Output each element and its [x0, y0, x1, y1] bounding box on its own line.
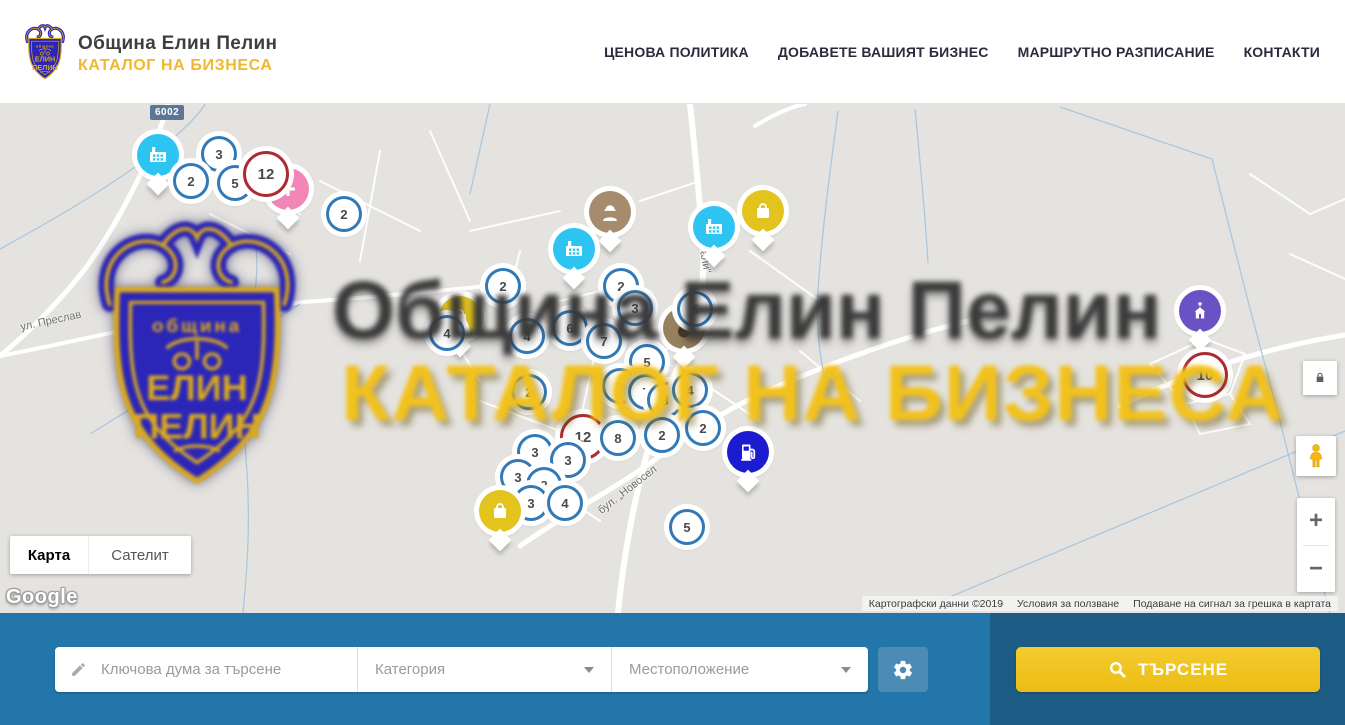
- map-attribution: Картографски данни ©2019 Условия за полз…: [862, 596, 1338, 611]
- svg-text:ПЕЛИН: ПЕЛИН: [32, 63, 58, 72]
- header: община ЕЛИН ПЕЛИН Община Елин Пелин КАТА…: [0, 0, 1345, 104]
- location-select-value: Местоположение: [629, 661, 749, 678]
- search-bar: Категория Местоположение ТЪРСЕНЕ: [0, 613, 1345, 725]
- google-logo[interactable]: Google: [6, 586, 78, 609]
- attribution-terms-link[interactable]: Условия за ползване: [1010, 597, 1126, 611]
- search-button-label: ТЪРСЕНЕ: [1138, 660, 1228, 680]
- cluster-marker[interactable]: 2: [485, 268, 521, 304]
- cluster-marker[interactable]: 4: [429, 315, 465, 351]
- factory-pin-marker[interactable]: [693, 206, 735, 248]
- cluster-marker[interactable]: 5: [677, 291, 713, 327]
- zoom-in-button[interactable]: +: [1297, 498, 1335, 545]
- lock-button[interactable]: [1303, 361, 1337, 395]
- site-subtitle: КАТАЛОГ НА БИЗНЕСА: [78, 57, 277, 75]
- cluster-marker[interactable]: 2: [644, 417, 680, 453]
- factory-pin-marker[interactable]: [137, 134, 179, 176]
- search-icon: [1108, 660, 1127, 679]
- search-button[interactable]: ТЪРСЕНЕ: [1016, 647, 1320, 692]
- cluster-marker[interactable]: 4: [672, 372, 708, 408]
- advanced-settings-button[interactable]: [878, 647, 928, 692]
- gear-icon: [892, 659, 914, 681]
- nav-item-3[interactable]: КОНТАКТИ: [1244, 44, 1320, 60]
- map-type-satellite-button[interactable]: Сателит: [88, 536, 191, 574]
- cluster-marker[interactable]: 2: [511, 374, 547, 410]
- cluster-marker[interactable]: 10: [1182, 352, 1228, 398]
- svg-text:ЕЛИН: ЕЛИН: [35, 55, 55, 64]
- cluster-marker[interactable]: 2: [173, 163, 209, 199]
- map-type-map-button[interactable]: Карта: [10, 536, 88, 574]
- cluster-marker[interactable]: 4: [509, 318, 545, 354]
- nav-item-1[interactable]: ДОБАВЕТЕ ВАШИЯТ БИЗНЕС: [778, 44, 989, 60]
- municipality-logo[interactable]: община ЕЛИН ПЕЛИН: [22, 23, 68, 81]
- keyword-search-input[interactable]: [99, 660, 357, 679]
- marker-layer: 3251222235464752278412822333834510: [0, 104, 1345, 613]
- zoom-control: + −: [1297, 498, 1335, 592]
- fuel-pin-marker[interactable]: [727, 431, 769, 473]
- pencil-icon: [70, 661, 87, 678]
- main-nav: ЦЕНОВА ПОЛИТИКА ДОБАВЕТЕ ВАШИЯТ БИЗНЕС МАР…: [604, 0, 1320, 103]
- cluster-marker[interactable]: 3: [617, 290, 653, 326]
- nav-item-2[interactable]: МАРШРУТНО РАЗПИСАНИЕ: [1018, 44, 1215, 60]
- cluster-marker[interactable]: 7: [586, 323, 622, 359]
- bag-pin-marker[interactable]: [479, 490, 521, 532]
- cluster-marker[interactable]: 8: [600, 420, 636, 456]
- chevron-down-icon: [841, 667, 851, 673]
- cluster-marker[interactable]: 2: [685, 410, 721, 446]
- bag-pin-marker[interactable]: [742, 190, 784, 232]
- cluster-marker[interactable]: 12: [243, 151, 289, 197]
- church-pin-marker[interactable]: [1179, 290, 1221, 332]
- keyword-field-wrap: [55, 647, 357, 692]
- location-select[interactable]: Местоположение: [612, 647, 868, 692]
- factory-pin-marker[interactable]: [553, 228, 595, 270]
- attribution-data: Картографски данни ©2019: [862, 597, 1010, 611]
- cluster-marker[interactable]: 4: [547, 485, 583, 521]
- chevron-down-icon: [584, 667, 594, 673]
- search-controls-group: Категория Местоположение: [55, 647, 868, 692]
- site-title-block: Община Елин Пелин КАТАЛОГ НА БИЗНЕСА: [78, 33, 277, 75]
- zoom-out-button[interactable]: −: [1297, 546, 1335, 593]
- svg-text:община: община: [36, 44, 54, 48]
- map-canvas[interactable]: 60028ул. Преславбул. „Новоселали“ 325122…: [0, 104, 1345, 613]
- category-select-value: Категория: [375, 661, 445, 678]
- cluster-marker[interactable]: 5: [669, 509, 705, 545]
- cluster-marker[interactable]: 2: [326, 196, 362, 232]
- lock-icon: [1312, 370, 1328, 386]
- category-select[interactable]: Категория: [358, 647, 611, 692]
- attribution-report-link[interactable]: Подаване на сигнал за грешка в картата: [1126, 597, 1338, 611]
- nav-item-0[interactable]: ЦЕНОВА ПОЛИТИКА: [604, 44, 749, 60]
- page: община ЕЛИН ПЕЛИН Община Елин Пелин КАТА…: [0, 0, 1345, 725]
- street-view-pegman-button[interactable]: [1296, 436, 1336, 476]
- pegman-icon: [1303, 443, 1329, 469]
- cluster-marker[interactable]: 6: [552, 310, 588, 346]
- worker-pin-marker[interactable]: [589, 191, 631, 233]
- map-type-control: Карта Сателит: [10, 536, 191, 574]
- site-title: Община Елин Пелин: [78, 33, 277, 55]
